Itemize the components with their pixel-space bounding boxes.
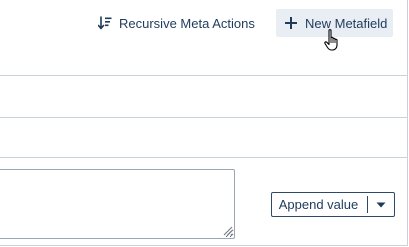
append-options-toggle[interactable] (368, 193, 394, 216)
metafield-value-textarea[interactable] (0, 169, 235, 239)
sort-descending-icon (97, 15, 113, 31)
recursive-meta-actions-button[interactable]: Recursive Meta Actions (97, 9, 255, 37)
new-metafield-label: New Metafield (305, 15, 388, 31)
divider (0, 75, 408, 76)
recursive-meta-actions-label: Recursive Meta Actions (119, 15, 255, 31)
toolbar: Recursive Meta Actions New Metafield (0, 0, 408, 46)
divider (0, 157, 408, 158)
append-value-button[interactable]: Append value (272, 193, 367, 216)
panel-frame: Recursive Meta Actions New Metafield App… (0, 0, 408, 246)
new-metafield-button[interactable]: New Metafield (276, 9, 393, 37)
append-value-split-button: Append value (271, 192, 395, 217)
divider (0, 117, 408, 118)
caret-down-icon (376, 202, 386, 207)
plus-icon (283, 15, 299, 31)
